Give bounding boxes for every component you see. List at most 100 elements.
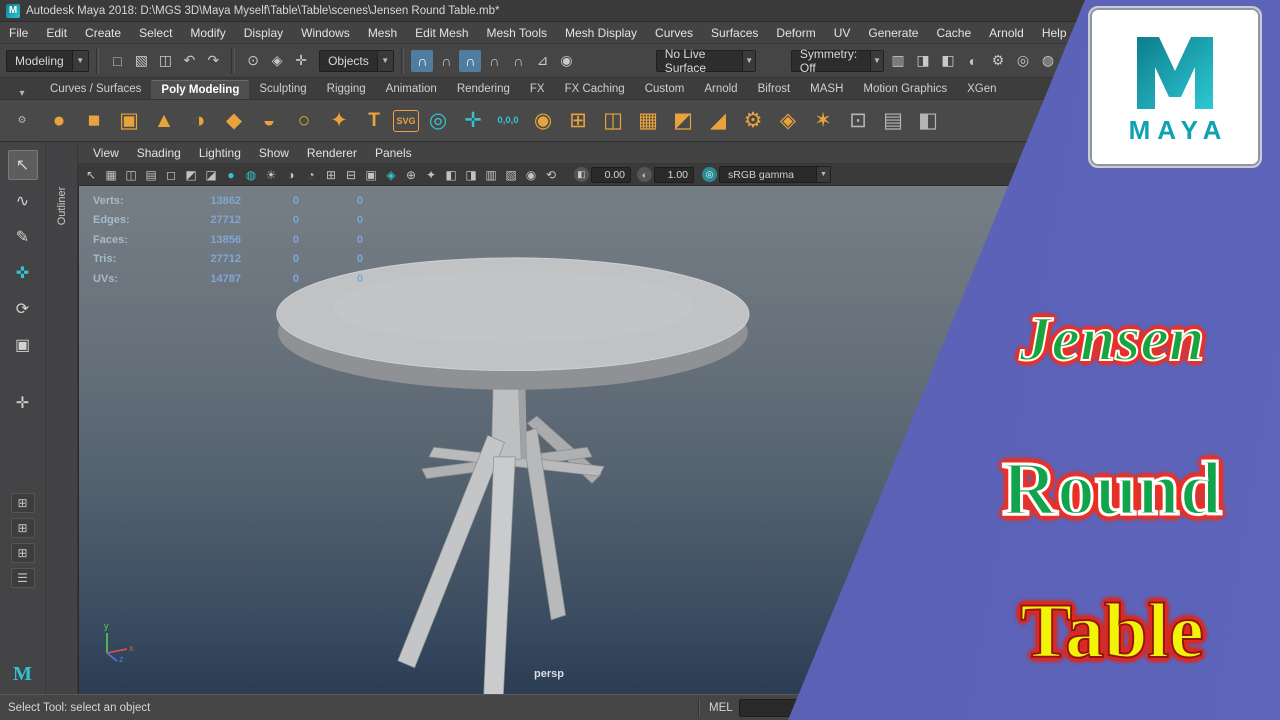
viewport-icon[interactable]: ⊕ (402, 166, 420, 184)
shelf-tool-icon[interactable]: ▣ (113, 105, 145, 137)
snap-icon[interactable]: ∩ (483, 50, 505, 72)
menu-item[interactable]: Generate (859, 22, 927, 44)
viewport-icon[interactable]: ▣ (362, 166, 380, 184)
snap-icon[interactable]: ∩ (459, 49, 482, 72)
panel-menu-item[interactable]: Show (250, 142, 298, 164)
shelf-tab[interactable]: Sculpting (249, 80, 316, 99)
shelf-tool-icon[interactable]: ✛ (457, 105, 489, 137)
shelf-menu-icon[interactable]: ▾ (4, 88, 40, 99)
menu-item[interactable]: Edit Mesh (406, 22, 477, 44)
shelf-tool-icon[interactable]: ▦ (632, 105, 664, 137)
selection-mask-icon[interactable]: ⊙ (242, 50, 264, 72)
shelf-tab[interactable]: Custom (635, 80, 695, 99)
command-language-toggle[interactable]: MEL (709, 702, 733, 714)
shelf-tab[interactable]: Animation (376, 80, 447, 99)
gamma-toggle-icon[interactable]: ◐ (637, 167, 652, 182)
shelf-tool-icon[interactable]: ◉ (527, 105, 559, 137)
live-surface-selector[interactable]: No Live Surface ▼ (655, 47, 757, 75)
shelf-tool-icon[interactable]: ◢ (702, 105, 734, 137)
menu-item[interactable]: Create (76, 22, 130, 44)
snap-icon[interactable]: ∩ (507, 50, 529, 72)
render-icon[interactable]: ◍ (1037, 50, 1059, 72)
shelf-tool-icon[interactable]: ◫ (597, 105, 629, 137)
shelf-tool-icon[interactable]: ⊡ (842, 105, 874, 137)
viewport-icon[interactable]: ▥ (482, 166, 500, 184)
panel-menu-item[interactable]: Renderer (298, 142, 366, 164)
toolbar-icon[interactable]: ◫ (154, 50, 176, 72)
panel-menu-item[interactable]: Panels (366, 142, 421, 164)
menu-item[interactable]: Display (235, 22, 292, 44)
menu-item[interactable]: File (0, 22, 37, 44)
viewport-icon[interactable]: ▦ (102, 166, 120, 184)
menu-item[interactable]: Mesh (359, 22, 406, 44)
tool-icon[interactable]: ∿ (8, 186, 38, 216)
menu-item[interactable]: Cache (927, 22, 980, 44)
viewport-icon[interactable]: ◩ (182, 166, 200, 184)
shelf-tab[interactable]: XGen (957, 80, 1006, 99)
selection-mask-icon[interactable]: ✛ (290, 50, 312, 72)
shelf-tool-icon[interactable]: 0,0,0 (492, 105, 524, 137)
shelf-tool-icon[interactable]: ✦ (323, 105, 355, 137)
viewport-icon[interactable]: ◈ (382, 166, 400, 184)
viewport-icon[interactable]: ☀ (262, 166, 280, 184)
outliner-panel-collapsed[interactable]: Outliner (46, 142, 78, 694)
menu-item[interactable]: Mesh Display (556, 22, 646, 44)
menu-item[interactable]: Arnold (980, 22, 1033, 44)
toolbar-icon[interactable]: ↷ (202, 50, 224, 72)
shelf-tool-icon[interactable]: ○ (288, 105, 320, 137)
viewport-icon[interactable]: ⊞ (322, 166, 340, 184)
menu-item[interactable]: Deform (767, 22, 824, 44)
tool-icon[interactable]: ▣ (8, 330, 38, 360)
render-icon[interactable]: ◧ (937, 50, 959, 72)
shelf-tool-icon[interactable]: ◩ (667, 105, 699, 137)
shelf-tool-icon[interactable]: ✶ (807, 105, 839, 137)
exposure-toggle-icon[interactable]: ◧ (574, 167, 589, 182)
shelf-tool-icon[interactable]: ◧ (912, 105, 944, 137)
shelf-tool-icon[interactable]: ▤ (877, 105, 909, 137)
colorspace-selector[interactable]: sRGB gamma ▼ (719, 166, 831, 183)
tool-icon[interactable]: ⟳ (8, 294, 38, 324)
exposure-field[interactable]: 0.00 (591, 166, 631, 183)
tool-icon[interactable]: ↖ (7, 150, 38, 180)
tool-icon[interactable]: ✜ (8, 258, 38, 288)
viewport-icon[interactable]: ▤ (142, 166, 160, 184)
workspace-selector[interactable]: Modeling ▼ (6, 49, 89, 72)
menu-item[interactable]: Curves (646, 22, 702, 44)
shelf-tool-icon[interactable]: ⊞ (562, 105, 594, 137)
render-icon[interactable]: ▥ (887, 50, 909, 72)
shelf-tool-icon[interactable]: ■ (78, 105, 110, 137)
menu-item[interactable]: UV (825, 22, 860, 44)
shelf-tool-icon[interactable]: ⚙ (737, 105, 769, 137)
render-icon[interactable]: ⚙ (987, 50, 1009, 72)
toolbar-icon[interactable]: ▧ (130, 50, 152, 72)
panel-menu-item[interactable]: View (84, 142, 128, 164)
shelf-tool-icon[interactable]: ◆ (218, 105, 250, 137)
shelf-tab[interactable]: MASH (800, 80, 853, 99)
shelf-tool-icon[interactable]: ● (43, 105, 75, 137)
shelf-tool-icon[interactable]: ▲ (148, 105, 180, 137)
viewport-icon[interactable]: ⊟ (342, 166, 360, 184)
shelf-tool-icon[interactable]: ◒ (253, 105, 285, 137)
view-transform-icon[interactable]: ◎ (702, 167, 717, 182)
shelf-tab[interactable]: Rigging (317, 80, 376, 99)
shelf-tool-icon[interactable]: ◑ (183, 105, 215, 137)
render-icon[interactable]: ◐ (962, 50, 984, 72)
gamma-field[interactable]: 1.00 (654, 166, 694, 183)
menu-item[interactable]: Modify (181, 22, 234, 44)
shelf-tool-icon[interactable]: ◈ (772, 105, 804, 137)
shelf-tab[interactable]: Poly Modeling (151, 80, 250, 99)
viewport-icon[interactable]: ◻ (162, 166, 180, 184)
layer-button[interactable]: ⊞ (10, 493, 35, 513)
shelf-tab[interactable]: Bifrost (748, 80, 801, 99)
viewport-icon[interactable]: ▧ (502, 166, 520, 184)
tool-icon[interactable]: ✎ (8, 222, 38, 252)
viewport-icon[interactable]: ◍ (242, 166, 260, 184)
render-icon[interactable]: ◎ (1012, 50, 1034, 72)
shelf-tab[interactable]: Motion Graphics (853, 80, 957, 99)
snap-icon[interactable]: ∩ (411, 49, 434, 72)
render-icon[interactable]: ◨ (912, 50, 934, 72)
viewport-icon[interactable]: ◨ (462, 166, 480, 184)
symmetry-selector[interactable]: Symmetry: Off ▼ (790, 47, 885, 75)
shelf-tool-icon[interactable]: T (358, 105, 390, 137)
shelf-tab[interactable]: Curves / Surfaces (40, 80, 151, 99)
